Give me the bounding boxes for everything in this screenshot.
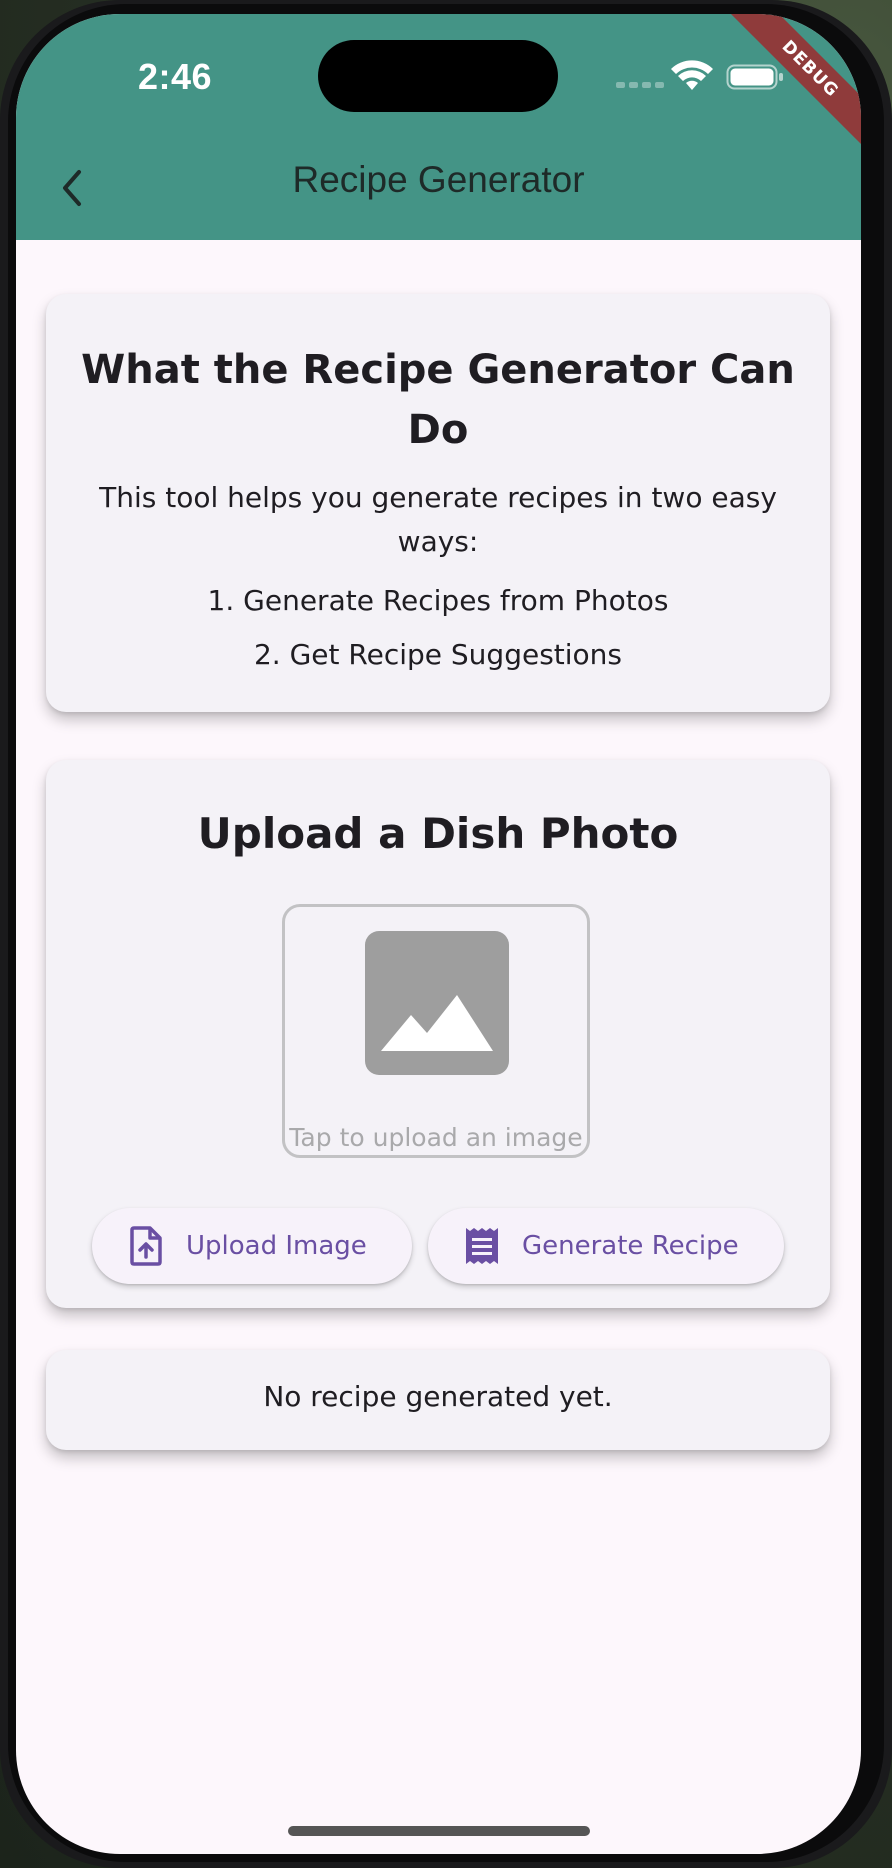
status-time: 2:46: [138, 56, 213, 97]
upload-card: Upload a Dish Photo Tap to upload an ima…: [46, 760, 830, 1308]
dynamic-island: [318, 40, 558, 112]
info-list-item: 1. Generate Recipes from Photos: [207, 584, 669, 617]
result-card: No recipe generated yet.: [46, 1350, 830, 1450]
upload-image-label: Upload Image: [186, 1231, 367, 1261]
receipt-icon: [466, 1228, 498, 1264]
info-list-item: 2. Get Recipe Suggestions: [253, 638, 623, 671]
page-title: Recipe Generator: [292, 159, 585, 200]
info-card: What the Recipe Generator Can Do This to…: [46, 294, 830, 712]
generate-recipe-label: Generate Recipe: [522, 1231, 739, 1261]
cellular-signal-icon: [616, 82, 668, 92]
result-status-text: No recipe generated yet.: [263, 1380, 613, 1413]
app-bar: 2:46 DEBUG Recipe Generator: [16, 14, 861, 240]
generate-recipe-button[interactable]: Generate Recipe: [428, 1208, 784, 1284]
upload-hint: Tap to upload an image: [289, 1123, 583, 1152]
battery-icon: [726, 64, 783, 90]
home-indicator[interactable]: [288, 1826, 590, 1836]
info-card-title: What the Recipe Generator Can Do: [81, 347, 795, 453]
app-screen: 2:46 DEBUG Recipe Generator What the Rec…: [16, 14, 861, 1854]
info-card-description: This tool helps you generate recipes in …: [99, 481, 777, 558]
upload-file-icon: [130, 1226, 162, 1266]
wifi-icon: [671, 60, 713, 90]
image-icon: [365, 931, 509, 1075]
upload-image-button[interactable]: Upload Image: [92, 1208, 412, 1284]
image-upload-area[interactable]: Tap to upload an image: [282, 904, 590, 1158]
upload-card-title: Upload a Dish Photo: [197, 809, 679, 858]
